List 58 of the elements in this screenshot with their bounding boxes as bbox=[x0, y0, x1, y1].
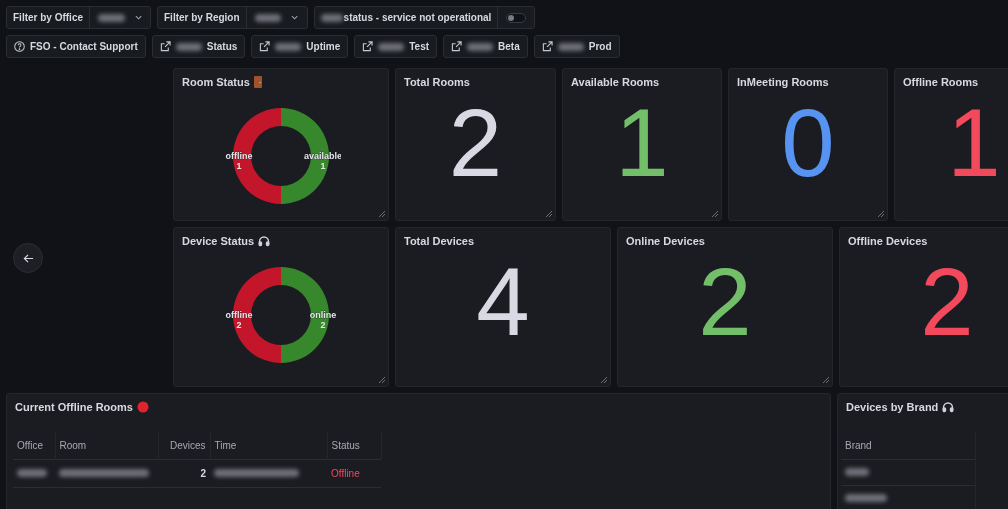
slice-value: 1 bbox=[236, 160, 242, 171]
panel-title: Room Status bbox=[182, 75, 250, 90]
door-icon bbox=[253, 76, 262, 89]
arrow-left-icon bbox=[22, 252, 34, 264]
help-icon bbox=[14, 41, 25, 52]
toggle-switch[interactable] bbox=[506, 12, 527, 23]
panel-title: Offline Rooms bbox=[903, 75, 979, 90]
panel-title: Total Devices bbox=[404, 234, 475, 249]
toggle-label: status - service not operational bbox=[343, 11, 492, 25]
resize-handle-icon[interactable] bbox=[378, 376, 386, 384]
slice-value: 2 bbox=[320, 319, 326, 330]
panel-title: InMeeting Rooms bbox=[737, 75, 829, 90]
link-button[interactable]: Uptime bbox=[251, 35, 349, 58]
resize-handle-icon[interactable] bbox=[711, 210, 719, 218]
link-button[interactable]: Test bbox=[354, 35, 438, 58]
column-header[interactable]: Status bbox=[327, 431, 381, 459]
link-button[interactable]: Beta bbox=[443, 35, 528, 58]
resize-handle-icon[interactable] bbox=[545, 210, 553, 218]
stat-value: 2 bbox=[448, 94, 503, 191]
headphones-icon bbox=[942, 401, 955, 414]
column-header[interactable]: Time bbox=[210, 431, 327, 459]
stat-value: 2 bbox=[698, 253, 752, 350]
panel-title: Total Rooms bbox=[404, 75, 470, 90]
column-header[interactable]: Office bbox=[13, 431, 55, 459]
resize-handle-icon[interactable] bbox=[378, 210, 386, 218]
column-header[interactable]: Brand bbox=[841, 431, 976, 459]
external-link-icon bbox=[259, 41, 271, 52]
external-link-icon bbox=[362, 41, 374, 52]
panel-title: Device Status bbox=[182, 234, 255, 249]
stat-value: 1 bbox=[947, 94, 1001, 191]
stat-value: 4 bbox=[476, 253, 530, 350]
link-button[interactable]: FSO - Contact Support bbox=[6, 35, 146, 58]
slice-value: 2 bbox=[236, 319, 242, 330]
external-link-icon bbox=[451, 41, 463, 52]
dot-icon bbox=[136, 401, 149, 414]
panel-title: Online Devices bbox=[626, 234, 705, 249]
back-button[interactable] bbox=[13, 243, 43, 273]
slice-label: available bbox=[304, 150, 341, 161]
headphones-icon bbox=[258, 235, 271, 248]
resize-handle-icon[interactable] bbox=[877, 210, 885, 218]
link-button[interactable]: Status bbox=[151, 35, 246, 58]
external-link-icon bbox=[159, 41, 171, 52]
link-button[interactable]: Prod bbox=[533, 35, 620, 58]
panel-title: Current Offline Rooms bbox=[15, 400, 133, 415]
status-cell: Offline bbox=[327, 459, 381, 487]
panel-title: Available Rooms bbox=[571, 75, 660, 90]
panel-title: Devices by Brand bbox=[846, 400, 939, 415]
stat-value: 1 bbox=[615, 94, 669, 191]
table-cell: 2 bbox=[158, 459, 210, 487]
column-header[interactable]: Devices bbox=[158, 431, 210, 459]
column-header[interactable]: Room bbox=[55, 431, 158, 459]
resize-handle-icon[interactable] bbox=[600, 376, 608, 384]
slice-value: 1 bbox=[320, 160, 326, 171]
external-link-icon bbox=[541, 41, 553, 52]
stat-value: 2 bbox=[920, 253, 974, 350]
resize-handle-icon[interactable] bbox=[822, 376, 830, 384]
stat-value: 0 bbox=[781, 94, 835, 191]
panel-title: Offline Devices bbox=[848, 234, 928, 249]
